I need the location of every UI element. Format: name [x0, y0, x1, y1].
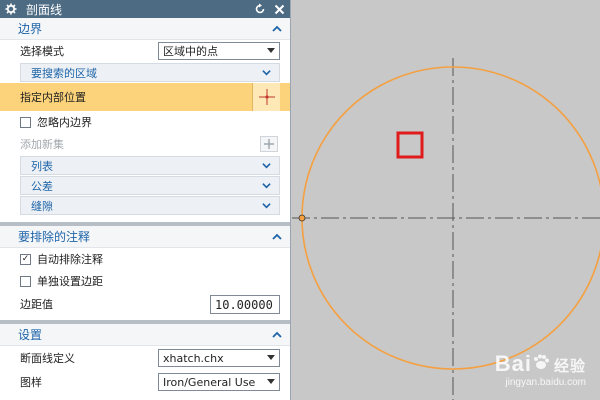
dropdown-arrow-icon	[267, 379, 275, 384]
watermark-brand-text: Bai	[494, 351, 532, 376]
chevron-down-icon	[262, 70, 271, 76]
list-label: 列表	[31, 159, 53, 173]
section-line-def-row: 断面线定义 xhatch.chx	[0, 346, 290, 370]
gap-label: 缝隙	[31, 199, 53, 213]
auto-exclude-annotations-row[interactable]: ✓ 自动排除注释	[0, 248, 290, 270]
region-to-search-label: 要搜索的区域	[31, 66, 97, 80]
reset-icon[interactable]	[252, 1, 268, 17]
gear-icon[interactable]	[4, 2, 18, 16]
set-margin-separately-row[interactable]: 单独设置边距	[0, 270, 290, 292]
tolerance-label: 公差	[31, 179, 53, 193]
chevron-down-icon	[262, 163, 271, 169]
watermark-brand: Bai 经验	[495, 351, 586, 377]
snap-point-icon	[298, 214, 306, 222]
region-to-search-group[interactable]: 要搜索的区域	[20, 63, 280, 82]
auto-exclude-annotations-label: 自动排除注释	[37, 253, 103, 266]
chevron-down-icon	[262, 203, 271, 209]
chevron-up-icon	[272, 331, 282, 338]
select-mode-row: 选择模式 区域中的点	[0, 40, 290, 62]
select-mode-value: 区域中的点	[163, 45, 218, 58]
dropdown-arrow-icon	[267, 355, 275, 360]
specify-interior-location-label: 指定内部位置	[20, 91, 86, 104]
settings-section-header[interactable]: 设置	[0, 324, 290, 346]
specify-interior-location-row[interactable]: 指定内部位置	[0, 83, 290, 111]
dropdown-arrow-icon	[267, 48, 275, 53]
hatch-dialog: 剖面线 边界 选择模式 区域中的点 要搜索的区域 指定内部位置 忽略内边界 添加…	[0, 0, 291, 400]
watermark-url: jingyan.baidu.com	[505, 377, 586, 388]
dialog-titlebar: 剖面线	[0, 0, 290, 18]
margin-value-row: 边距值 10.00000	[0, 292, 290, 316]
tolerance-group[interactable]: 公差	[20, 176, 280, 195]
dialog-title: 剖面线	[26, 2, 63, 17]
gap-group[interactable]: 缝隙	[20, 196, 280, 215]
set-margin-separately-checkbox[interactable]	[20, 275, 31, 287]
ignore-inner-boundary-row[interactable]: 忽略内边界	[0, 111, 290, 133]
settings-section-title: 设置	[18, 328, 43, 342]
watermark-brand-suffix: 经验	[553, 358, 586, 375]
pattern-row: 图样 Iron/General Use	[0, 370, 290, 394]
chevron-down-icon	[262, 183, 271, 189]
margin-value-input[interactable]: 10.00000	[210, 295, 280, 314]
set-margin-separately-label: 单独设置边距	[37, 275, 103, 288]
canvas-background	[292, 0, 600, 400]
point-picker-button[interactable]	[252, 83, 280, 111]
ignore-inner-boundary-label: 忽略内边界	[37, 116, 92, 129]
add-new-set-row: 添加新集	[0, 133, 290, 155]
auto-exclude-annotations-checkbox[interactable]: ✓	[20, 253, 31, 265]
list-group[interactable]: 列表	[20, 156, 280, 175]
graphics-window[interactable]: Bai 经验 jingyan.baidu.com	[292, 0, 600, 400]
boundary-section-title: 边界	[18, 22, 43, 36]
crosshair-icon	[258, 89, 275, 105]
add-set-icon[interactable]	[260, 136, 278, 152]
section-line-def-dropdown[interactable]: xhatch.chx	[158, 349, 280, 367]
section-line-def-value: xhatch.chx	[163, 351, 224, 365]
watermark: Bai 经验 jingyan.baidu.com	[495, 351, 586, 388]
exclude-annotations-section-header[interactable]: 要排除的注释	[0, 226, 290, 248]
chevron-up-icon	[272, 233, 282, 240]
ignore-inner-boundary-checkbox[interactable]	[20, 116, 31, 128]
drawing-canvas[interactable]	[292, 0, 600, 400]
margin-value-label: 边距值	[20, 298, 53, 311]
paw-icon	[533, 354, 549, 369]
add-new-set-label: 添加新集	[20, 138, 64, 151]
pattern-dropdown[interactable]: Iron/General Use	[158, 373, 280, 391]
select-mode-dropdown[interactable]: 区域中的点	[158, 42, 280, 60]
pattern-value: Iron/General Use	[163, 375, 256, 389]
exclude-annotations-section-title: 要排除的注释	[18, 230, 91, 244]
boundary-section-header[interactable]: 边界	[0, 18, 290, 40]
close-icon[interactable]	[271, 1, 287, 17]
chevron-up-icon	[272, 25, 282, 32]
